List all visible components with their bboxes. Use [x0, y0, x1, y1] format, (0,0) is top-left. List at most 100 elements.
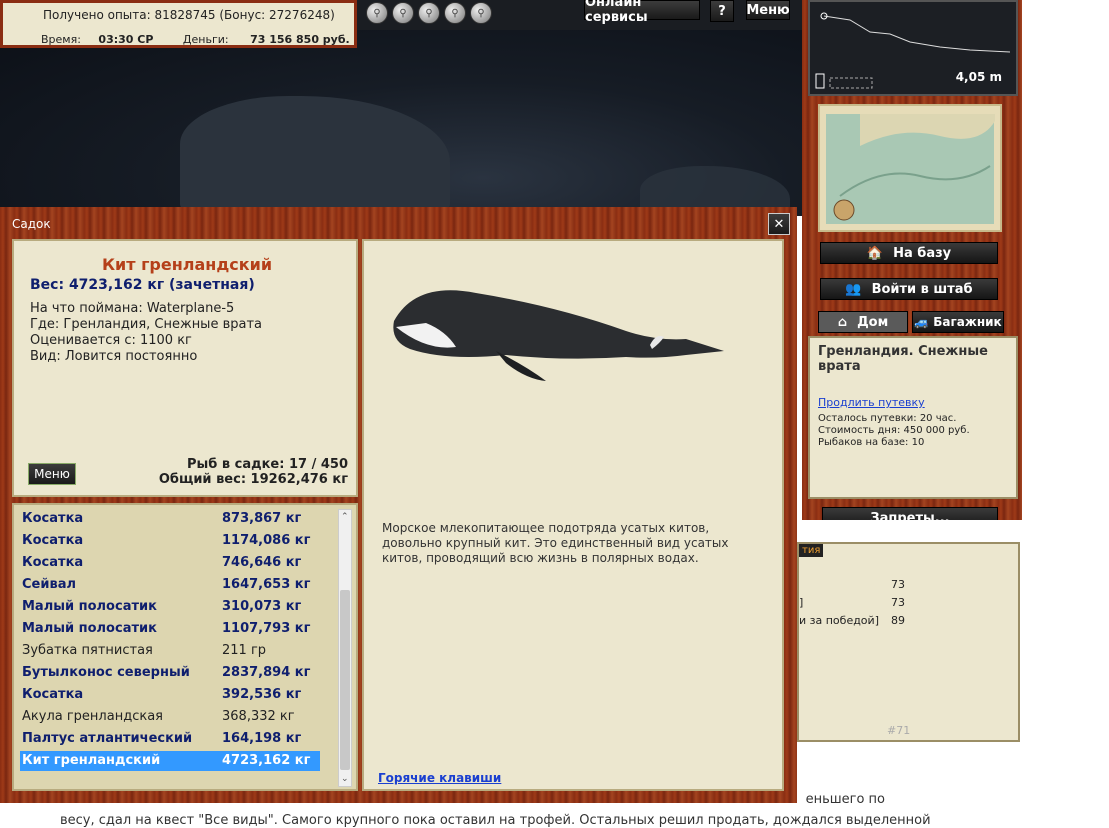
to-base-label: На базу: [893, 245, 952, 261]
battery-icon: [815, 73, 825, 89]
underwater-scene: [0, 26, 805, 226]
experience-text: Получено опыта: 81828745 (Бонус: 2727624…: [43, 8, 335, 22]
people-icon: 👥: [845, 281, 862, 297]
enter-hq-label: Войти в штаб: [871, 281, 973, 297]
fish-item-weight: 2837,894 кг: [222, 665, 311, 680]
fish-item-weight: 4723,162 кг: [222, 753, 311, 768]
forum-row-num: 73: [891, 596, 905, 609]
fish-item-name: Косатка: [22, 687, 84, 702]
forum-panel: тия 73 ] 73 и за победой] 89: [797, 542, 1020, 742]
fish-count: Рыб в садке: 17 / 450: [186, 457, 348, 472]
list-item[interactable]: Малый полосатик 310,073 кг: [20, 597, 320, 617]
fish-item-name: Кит гренландский: [22, 753, 161, 768]
lure-icon[interactable]: ⚲: [418, 2, 440, 24]
list-item[interactable]: Сейвал 1647,653 кг: [20, 575, 320, 595]
compass-icon: [833, 199, 855, 221]
catch-list: Косатка 873,867 кг Косатка 1174,086 кг Кос…: [12, 503, 358, 791]
forum-row-text: и за победой]: [799, 614, 879, 627]
iceberg: [180, 96, 450, 216]
fish-item-name: Бутылконос северный: [22, 665, 190, 680]
help-button[interactable]: ?: [710, 0, 734, 22]
fish-details: Кит гренландский Вес: 4723,162 кг (зачет…: [12, 239, 358, 497]
time-value: 03:30 СР: [98, 33, 154, 46]
scroll-up-icon[interactable]: ⌃: [341, 512, 349, 522]
location-info: Гренландия. Снежные врата Продлить путев…: [808, 336, 1018, 499]
forum-row-num: 89: [891, 614, 905, 627]
world-map[interactable]: [818, 104, 1002, 232]
list-item[interactable]: Кит гренландский 4723,162 кг: [20, 751, 320, 771]
fish-item-name: Палтус атлантический: [22, 731, 193, 746]
tab-home-label: Дом: [857, 314, 889, 330]
lure-slots: ⚲ ⚲ ⚲ ⚲ ⚲: [360, 0, 560, 28]
fish-item-weight: 1107,793 кг: [222, 621, 311, 636]
post-text-line1: еньшего по: [805, 792, 885, 807]
fish-item-weight: 392,536 кг: [222, 687, 302, 702]
list-scrollbar[interactable]: ⌃ ⌄: [338, 509, 352, 787]
money-value: 73 156 850 руб.: [250, 33, 350, 46]
list-item[interactable]: Косатка 1174,086 кг: [20, 531, 320, 551]
time-money-row: Время: 03:30 СР Деньги: 73 156 850 руб.: [41, 33, 350, 46]
fish-item-weight: 310,073 кг: [222, 599, 302, 614]
close-button[interactable]: ✕: [768, 213, 790, 235]
lure-icon[interactable]: ⚲: [470, 2, 492, 24]
fish-item-name: Косатка: [22, 511, 84, 526]
map-image: [826, 114, 995, 224]
catch-location: Где: Гренландия, Снежные врата: [30, 317, 263, 332]
list-item[interactable]: Косатка 746,646 кг: [20, 553, 320, 573]
fish-item-weight: 164,198 кг: [222, 731, 302, 746]
enter-hq-button[interactable]: 👥 Войти в штаб: [820, 278, 998, 300]
fish-item-weight: 211 гр: [222, 643, 267, 658]
forum-row-text: ]: [799, 596, 804, 609]
player-stats: Получено опыта: 81828745 (Бонус: 2727624…: [0, 0, 357, 48]
fish-item-name: Акула гренландская: [22, 709, 163, 724]
fish-weight: Вес: 4723,162 кг (зачетная): [30, 277, 255, 293]
background-forum: тия 73 ] 73 и за победой] 89 #71 еньшего…: [797, 520, 1109, 825]
fish-item-weight: 746,646 кг: [222, 555, 302, 570]
fish-name: Кит гренландский: [101, 255, 273, 274]
lure-icon[interactable]: ⚲: [444, 2, 466, 24]
forum-row-num: 73: [891, 578, 905, 591]
lure-icon[interactable]: ⚲: [392, 2, 414, 24]
fish-item-name: Зубатка пятнистая: [22, 643, 153, 658]
location-name: Гренландия. Снежные врата: [818, 344, 988, 374]
fish-image-panel: Морское млекопитающее подотряда усатых к…: [362, 239, 784, 791]
online-services-button[interactable]: Онлайн сервисы: [584, 0, 700, 25]
caught-with: На что поймана: Waterplane-5: [30, 301, 235, 316]
scroll-down-icon[interactable]: ⌄: [341, 774, 349, 784]
depth-value: 4,05 m: [955, 70, 1002, 84]
keepnet-dialog: Садок ✕ Кит гренландский Вес: 4723,162 к…: [0, 207, 797, 803]
fish-item-name: Сейвал: [22, 577, 76, 592]
day-cost-text: Стоимость дня: 450 000 руб.: [818, 425, 970, 436]
list-item[interactable]: Малый полосатик 1107,793 кг: [20, 619, 320, 639]
tab-trunk[interactable]: 🚙 Багажник: [912, 311, 1004, 333]
fish-item-name: Малый полосатик: [22, 621, 157, 636]
fish-item-weight: 873,867 кг: [222, 511, 302, 526]
house-icon: 🏠: [866, 245, 884, 261]
list-item[interactable]: Палтус атлантический 164,198 кг: [20, 729, 320, 749]
time-label: Время:: [41, 33, 81, 46]
post-id: #71: [887, 724, 911, 737]
list-item[interactable]: Акула гренландская 368,332 кг: [20, 707, 320, 727]
fish-item-weight: 368,332 кг: [222, 709, 295, 724]
hotkeys-link[interactable]: Горячие клавиши: [378, 771, 501, 785]
tab-home[interactable]: ⌂ Дом: [818, 311, 908, 333]
dialog-menu-button[interactable]: Меню: [28, 463, 76, 485]
whale-image: [393, 290, 724, 381]
money-label: Деньги:: [182, 33, 229, 46]
lure-icon[interactable]: ⚲: [366, 2, 388, 24]
tab-trunk-label: Багажник: [933, 315, 1002, 329]
depth-meter: 4,05 m: [808, 0, 1018, 96]
total-weight: Общий вес: 19262,476 кг: [158, 472, 348, 487]
to-base-button[interactable]: 🏠 На базу: [820, 242, 998, 264]
list-item[interactable]: Косатка 873,867 кг: [20, 509, 320, 529]
fishers-text: Рыбаков на базе: 10: [818, 437, 925, 448]
list-item[interactable]: Косатка 392,536 кг: [20, 685, 320, 705]
valued-from: Оценивается с: 1100 кг: [30, 333, 192, 348]
car-icon: 🚙: [914, 315, 930, 329]
scroll-thumb[interactable]: [340, 590, 350, 770]
menu-button[interactable]: Меню: [746, 0, 790, 20]
list-item[interactable]: Бутылконос северный 2837,894 кг: [20, 663, 320, 683]
list-item[interactable]: Зубатка пятнистая 211 гр: [20, 641, 320, 661]
forum-tab: тия: [799, 544, 824, 557]
extend-trip-link[interactable]: Продлить путевку: [818, 396, 925, 409]
